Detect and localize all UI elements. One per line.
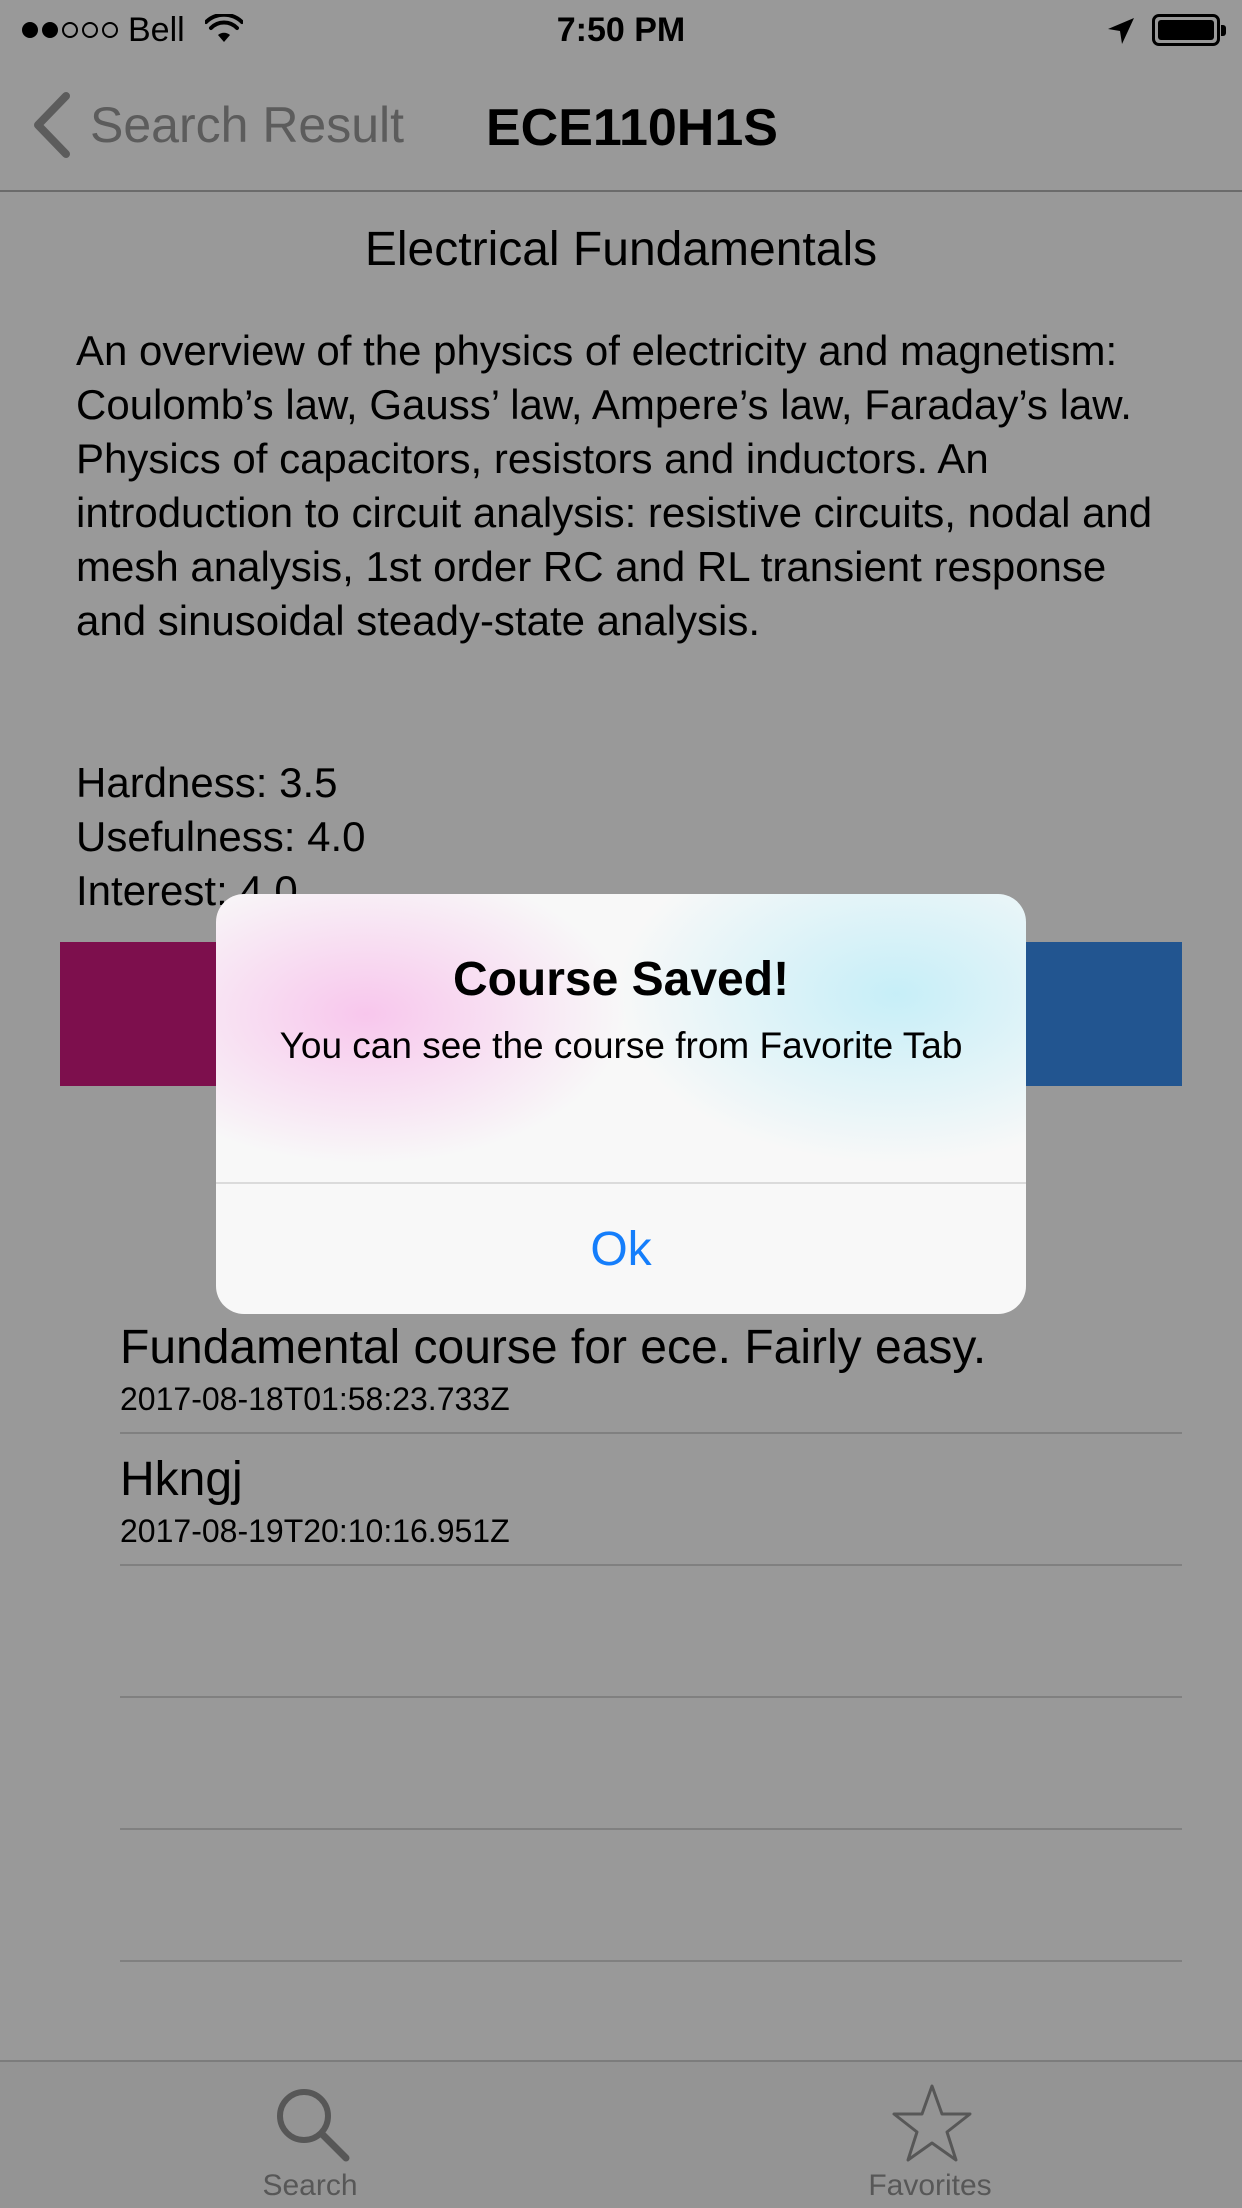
ok-button[interactable]: Ok xyxy=(216,1184,1026,1314)
course-saved-alert: Course Saved! You can see the course fro… xyxy=(216,894,1026,1314)
alert-message: You can see the course from Favorite Tab xyxy=(279,1025,963,1066)
alert-title: Course Saved! xyxy=(452,953,790,1006)
